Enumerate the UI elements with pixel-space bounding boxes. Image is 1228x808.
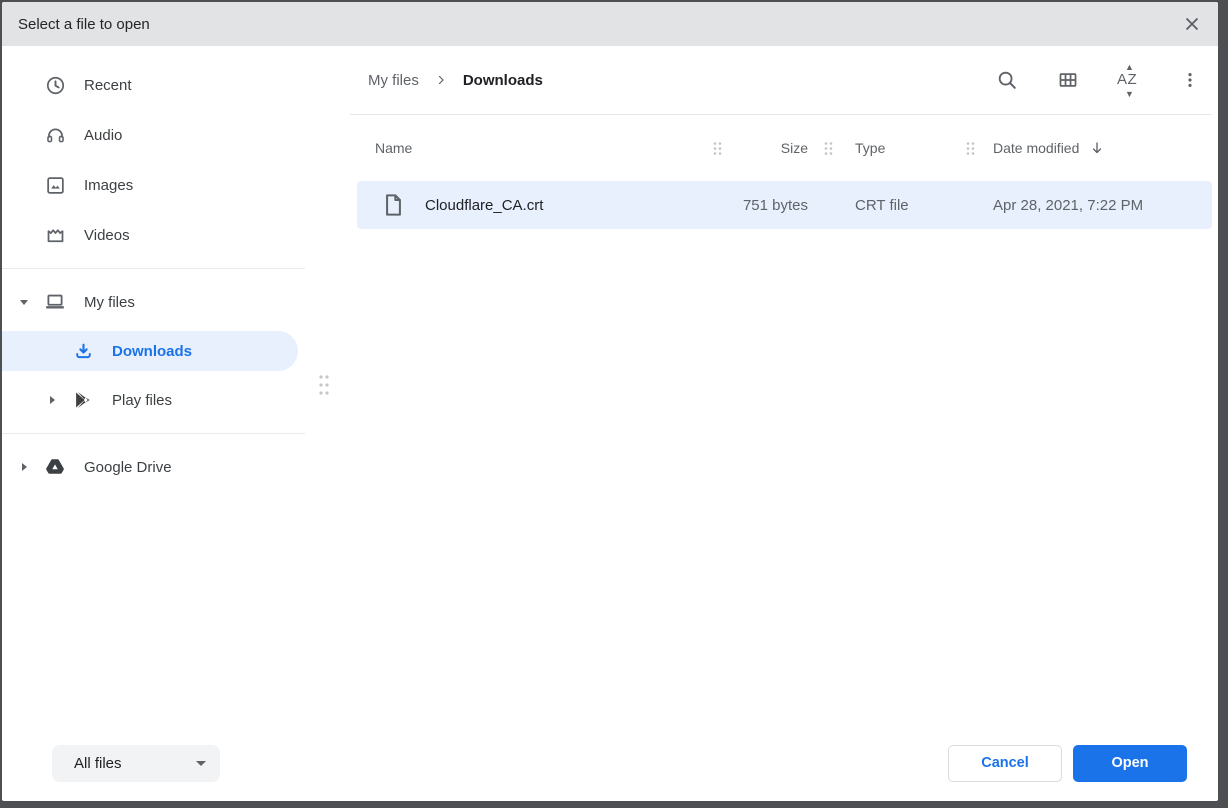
breadcrumb-my-files[interactable]: My files <box>368 72 419 89</box>
sidebar-item-my-files[interactable]: My files <box>2 277 314 327</box>
close-button[interactable] <box>1178 10 1206 38</box>
file-name: Cloudflare_CA.crt <box>425 197 543 214</box>
sidebar-item-label: My files <box>84 294 135 311</box>
sidebar-divider <box>2 433 305 434</box>
search-button[interactable] <box>987 60 1027 100</box>
file-date-modified: Apr 28, 2021, 7:22 PM <box>981 197 1212 214</box>
grid-view-icon <box>1057 69 1079 91</box>
file-icon <box>384 194 403 216</box>
search-icon <box>996 69 1018 91</box>
dropdown-caret-icon <box>196 761 206 766</box>
play-store-icon <box>72 389 94 411</box>
column-header-date-modified[interactable]: Date modified <box>981 140 1212 156</box>
sidebar: Recent Audio Images <box>2 46 314 725</box>
sidebar-resize-handle[interactable] <box>315 372 333 398</box>
open-button[interactable]: Open <box>1073 745 1187 782</box>
close-icon <box>1184 16 1200 32</box>
chevron-right-icon <box>46 394 58 406</box>
breadcrumb: My files Downloads <box>368 72 543 89</box>
sidebar-divider <box>2 268 305 269</box>
file-row[interactable]: Cloudflare_CA.crt 751 bytes CRT file Apr… <box>357 181 1212 229</box>
sort-desc-icon <box>1089 140 1105 156</box>
clock-icon <box>44 75 66 96</box>
headphones-icon <box>44 125 66 146</box>
sidebar-item-label: Recent <box>84 77 132 94</box>
file-list-empty-area <box>314 229 1218 725</box>
laptop-icon <box>44 291 66 313</box>
sidebar-item-google-drive[interactable]: Google Drive <box>2 442 314 492</box>
file-size: 751 bytes <box>727 197 817 214</box>
breadcrumb-chevron-icon <box>435 74 447 86</box>
column-resize-handle[interactable] <box>959 138 981 158</box>
column-header-type[interactable]: Type <box>839 140 959 156</box>
sidebar-item-videos[interactable]: Videos <box>2 210 314 260</box>
google-drive-icon <box>44 456 66 478</box>
column-header-name[interactable]: Name <box>357 140 707 156</box>
dialog-title: Select a file to open <box>18 16 150 33</box>
file-type-select-value: All files <box>74 755 122 772</box>
sidebar-item-audio[interactable]: Audio <box>2 110 314 160</box>
grid-view-button[interactable] <box>1048 60 1088 100</box>
chevron-down-icon <box>18 296 30 308</box>
sidebar-item-label: Audio <box>84 127 122 144</box>
footer-bar: All files Cancel Open <box>2 725 1218 801</box>
toolbar: My files Downloads <box>314 46 1218 114</box>
sidebar-item-images[interactable]: Images <box>2 160 314 210</box>
more-options-button[interactable] <box>1170 60 1210 100</box>
image-icon <box>44 175 66 196</box>
title-bar: Select a file to open <box>2 2 1218 46</box>
file-list-pane: My files Downloads <box>314 46 1218 725</box>
column-resize-handle[interactable] <box>817 138 839 158</box>
file-type: CRT file <box>839 197 959 214</box>
sidebar-item-label: Videos <box>84 227 130 244</box>
kebab-menu-icon <box>1180 70 1200 90</box>
sidebar-item-label: Images <box>84 177 133 194</box>
sidebar-item-label: Downloads <box>112 343 192 360</box>
cancel-button[interactable]: Cancel <box>948 745 1062 782</box>
file-picker-dialog: Select a file to open Recent Audio <box>2 2 1218 801</box>
table-header: Name Size Type Date modified <box>357 115 1212 181</box>
sidebar-item-play-files[interactable]: Play files <box>2 375 314 425</box>
toolbar-actions: AZ▲▼ <box>987 60 1210 100</box>
download-icon <box>72 341 94 362</box>
breadcrumb-downloads[interactable]: Downloads <box>463 72 543 89</box>
file-type-select[interactable]: All files <box>52 745 220 782</box>
column-resize-handle[interactable] <box>707 138 727 158</box>
sort-az-icon: AZ▲▼ <box>1116 68 1142 92</box>
sidebar-item-label: Play files <box>112 392 172 409</box>
sidebar-item-label: Google Drive <box>84 459 172 476</box>
sort-options-button[interactable]: AZ▲▼ <box>1109 60 1149 100</box>
sidebar-item-recent[interactable]: Recent <box>2 60 314 110</box>
sidebar-item-downloads[interactable]: Downloads <box>2 331 298 371</box>
chevron-right-icon <box>18 461 30 473</box>
video-icon <box>44 225 66 246</box>
column-header-size[interactable]: Size <box>727 140 817 156</box>
